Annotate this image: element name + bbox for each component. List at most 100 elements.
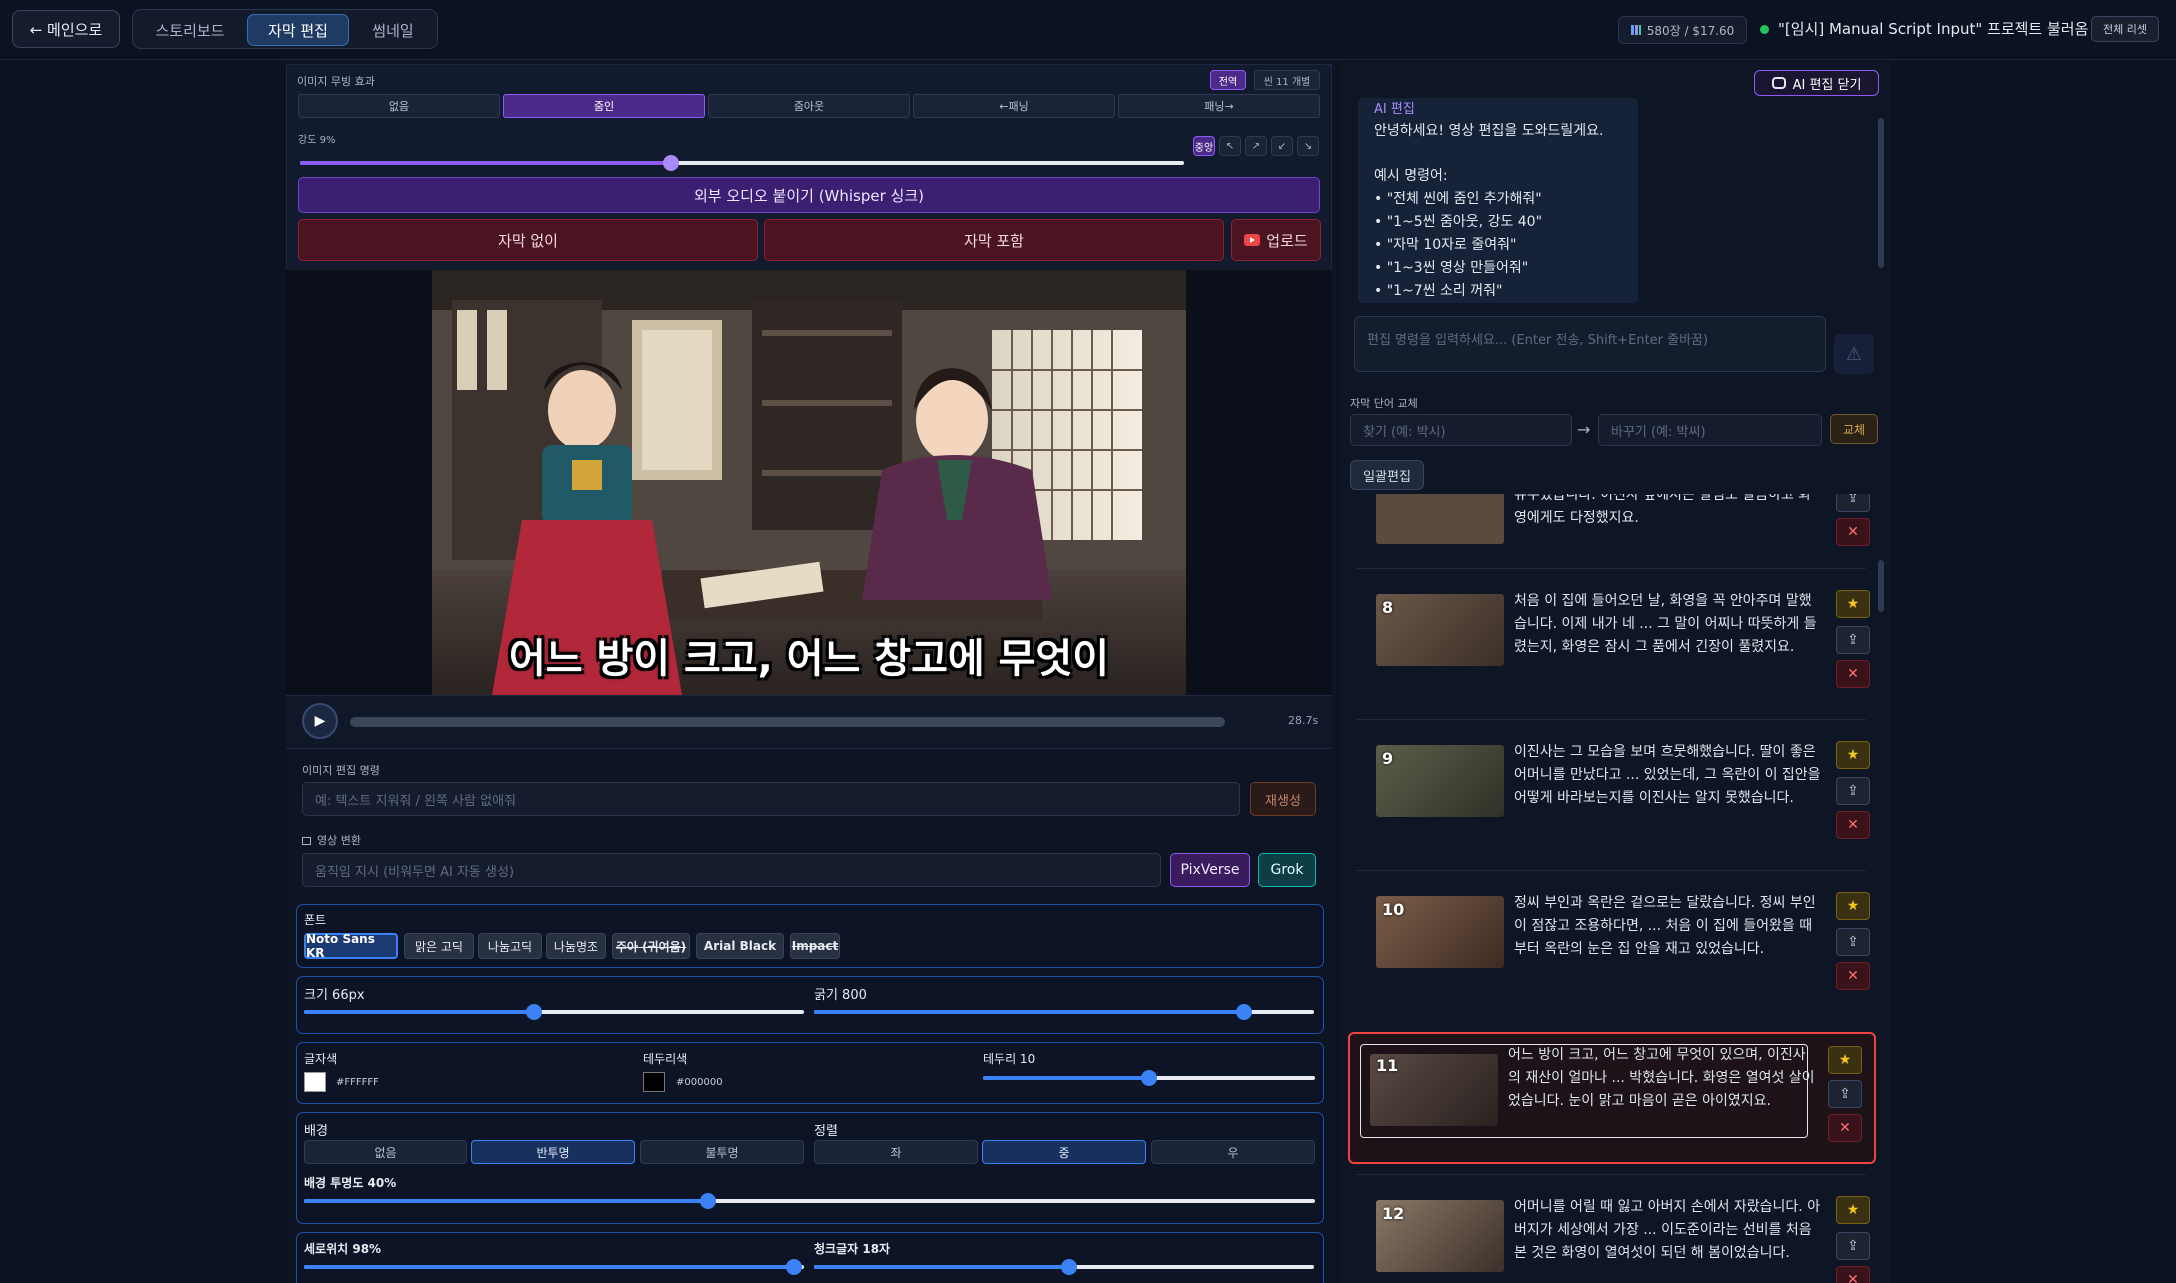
- font-malgun-button[interactable]: 맑은 고딕: [404, 933, 474, 959]
- bg-translucent-button[interactable]: 반투명: [471, 1140, 635, 1164]
- size-slider-thumb[interactable]: [526, 1004, 542, 1020]
- scene-upload-button[interactable]: ⇪: [1836, 777, 1870, 805]
- reset-all-button[interactable]: 전체 리셋: [2091, 16, 2159, 42]
- size-label: 크기 66px: [304, 988, 365, 1003]
- chart-icon: [1630, 25, 1641, 35]
- text-color-swatch[interactable]: [304, 1072, 326, 1092]
- effect-none-button[interactable]: 없음: [298, 94, 500, 118]
- align-left-button[interactable]: 좌: [814, 1140, 978, 1164]
- scene-delete-button[interactable]: ✕: [1836, 518, 1870, 546]
- chunk-length-slider-thumb[interactable]: [1061, 1259, 1077, 1275]
- youtube-upload-button[interactable]: 업로드: [1231, 219, 1321, 261]
- pixverse-button[interactable]: PixVerse: [1170, 853, 1250, 887]
- intensity-slider[interactable]: [300, 155, 1184, 171]
- vertical-position-slider[interactable]: [304, 1259, 804, 1275]
- scene-upload-button[interactable]: ⇪: [1836, 1232, 1870, 1260]
- anchor-bottom-left-button[interactable]: ↙: [1271, 136, 1293, 156]
- scene-delete-button[interactable]: ✕: [1836, 811, 1870, 839]
- stroke-width-slider[interactable]: [983, 1070, 1315, 1086]
- bg-opacity-slider[interactable]: [304, 1193, 1315, 1209]
- weight-label: 굵기 800: [814, 988, 867, 1003]
- font-nanum-myeongjo-button[interactable]: 나눔명조: [546, 933, 606, 959]
- chat-scrollbar[interactable]: [1878, 118, 1884, 268]
- scene-upload-button[interactable]: ⇪: [1836, 626, 1870, 654]
- anchor-center-button[interactable]: 중앙: [1193, 136, 1215, 156]
- position-section: [296, 1232, 1324, 1283]
- effect-zoom-out-button[interactable]: 줌아웃: [708, 94, 910, 118]
- scene-text[interactable]: 처음 이 집에 들어오던 날, 화영을 꼭 안아주며 말했습니다. 이제 내가 …: [1514, 590, 1822, 659]
- tab-subtitle-edit[interactable]: 자막 편집: [247, 14, 349, 46]
- stroke-width-slider-thumb[interactable]: [1141, 1070, 1157, 1086]
- back-to-main-button[interactable]: ← 메인으로: [12, 10, 120, 48]
- play-icon[interactable]: ▶: [302, 703, 338, 739]
- playback-progress-bar[interactable]: [350, 717, 1225, 727]
- scene-delete-button[interactable]: ✕: [1836, 1266, 1870, 1283]
- stroke-color-swatch[interactable]: [643, 1072, 665, 1092]
- scene-item[interactable]: 9 이진사는 그 모습을 보며 흐뭇해했습니다. 딸이 좋은 어머니를 만났다고…: [1356, 725, 1870, 875]
- image-edit-input[interactable]: 예: 텍스트 지워줘 / 왼쪽 사람 없애줘: [302, 782, 1240, 816]
- anchor-bottom-right-button[interactable]: ↘: [1297, 136, 1319, 156]
- scene-star-button[interactable]: ★: [1836, 741, 1870, 769]
- tab-storyboard[interactable]: 스토리보드: [137, 14, 243, 46]
- scene-item[interactable]: 12 어머니를 어릴 때 잃고 아버지 손에서 자랐습니다. 아버지가 세상에서…: [1356, 1180, 1870, 1283]
- scene-text[interactable]: 유수였습니다. 이진사 앞에서는 살림도 말씀하고 화영에게도 다정했지요.: [1514, 494, 1822, 530]
- align-right-button[interactable]: 우: [1151, 1140, 1315, 1164]
- bg-opaque-button[interactable]: 불투명: [640, 1140, 804, 1164]
- whisper-sync-button[interactable]: 외부 오디오 붙이기 (Whisper 싱크): [298, 177, 1320, 213]
- grok-button[interactable]: Grok: [1258, 853, 1316, 887]
- scope-scene-button[interactable]: 씬 11 개별: [1254, 70, 1320, 90]
- font-arial-black-button[interactable]: Arial Black: [696, 933, 784, 959]
- find-word-input[interactable]: 찾기 (예: 박시): [1350, 414, 1572, 446]
- scene-star-button[interactable]: ★: [1836, 892, 1870, 920]
- scene-upload-button[interactable]: ⇪: [1828, 1080, 1862, 1108]
- scene-delete-button[interactable]: ✕: [1828, 1114, 1862, 1142]
- scene-star-button[interactable]: ★: [1836, 590, 1870, 618]
- bulk-edit-button[interactable]: 일괄편집: [1350, 460, 1424, 490]
- align-center-button[interactable]: 중: [982, 1140, 1146, 1164]
- regenerate-button[interactable]: 재생성: [1250, 782, 1316, 816]
- intensity-label: 강도 9%: [298, 135, 336, 146]
- scene-star-button[interactable]: ★: [1828, 1046, 1862, 1074]
- anchor-top-right-button[interactable]: ↗: [1245, 136, 1267, 156]
- scene-star-button[interactable]: ★: [1836, 1196, 1870, 1224]
- scene-text[interactable]: 어머니를 어릴 때 잃고 아버지 손에서 자랐습니다. 아버지가 세상에서 가장…: [1514, 1196, 1822, 1265]
- upload-label: 업로드: [1266, 231, 1308, 250]
- chunk-length-slider[interactable]: [814, 1259, 1314, 1275]
- scene-delete-button[interactable]: ✕: [1836, 962, 1870, 990]
- export-no-subtitle-button[interactable]: 자막 없이: [298, 219, 758, 261]
- ai-example-5: • "1~7씬 소리 꺼줘": [1374, 283, 1503, 299]
- replace-button[interactable]: 교체: [1830, 414, 1878, 444]
- export-with-subtitle-button[interactable]: 자막 포함: [764, 219, 1224, 261]
- tab-thumbnail[interactable]: 썸네일: [353, 14, 433, 46]
- scene-upload-button[interactable]: ⇪: [1836, 928, 1870, 956]
- font-impact-button[interactable]: Impact: [790, 933, 840, 959]
- effect-pan-left-button[interactable]: ←패닝: [913, 94, 1115, 118]
- send-icon[interactable]: ⚠: [1834, 334, 1874, 374]
- font-jua-button[interactable]: 주아 (귀여움): [612, 933, 690, 959]
- font-nanum-gothic-button[interactable]: 나눔고딕: [478, 933, 542, 959]
- scope-global-button[interactable]: 전역: [1210, 70, 1246, 90]
- font-noto-sans-button[interactable]: Noto Sans KR: [304, 932, 398, 960]
- scene-text[interactable]: 어느 방이 크고, 어느 창고에 무엇이 있으며, 이진사의 재산이 얼마나 .…: [1508, 1044, 1816, 1113]
- scene-delete-button[interactable]: ✕: [1836, 660, 1870, 688]
- effect-pan-right-button[interactable]: 패닝→: [1118, 94, 1320, 118]
- bg-none-button[interactable]: 없음: [304, 1140, 467, 1164]
- video-convert-text: 영상 변환: [317, 834, 361, 847]
- ai-close-button[interactable]: AI 편집 닫기: [1754, 70, 1879, 96]
- size-slider[interactable]: [304, 1004, 804, 1020]
- scene-text[interactable]: 이진사는 그 모습을 보며 흐뭇해했습니다. 딸이 좋은 어머니를 만났다고 .…: [1514, 741, 1822, 810]
- scene-upload-button[interactable]: ⇪: [1836, 494, 1870, 512]
- scene-item[interactable]: 10 정씨 부인과 옥란은 겉으로는 달랐습니다. 정씨 부인이 점잖고 조용하…: [1356, 876, 1870, 1026]
- weight-slider[interactable]: [814, 1004, 1314, 1020]
- weight-slider-thumb[interactable]: [1236, 1004, 1252, 1020]
- anchor-top-left-button[interactable]: ↖: [1219, 136, 1241, 156]
- scene-list-scrollbar[interactable]: [1878, 560, 1884, 612]
- ai-command-input[interactable]: 편집 명령을 입력하세요... (Enter 전송, Shift+Enter 줄…: [1354, 316, 1826, 372]
- video-motion-input[interactable]: 움직임 지시 (비워두면 AI 자동 생성): [302, 853, 1161, 887]
- effect-zoom-in-button[interactable]: 줌인: [503, 94, 705, 118]
- replace-word-input[interactable]: 바꾸기 (예: 박씨): [1598, 414, 1822, 446]
- scene-item-selected[interactable]: 11 어느 방이 크고, 어느 창고에 무엇이 있으며, 이진사의 재산이 얼마…: [1348, 1032, 1876, 1164]
- scene-text[interactable]: 정씨 부인과 옥란은 겉으로는 달랐습니다. 정씨 부인이 점잖고 조용하다면,…: [1514, 892, 1822, 961]
- scene-item[interactable]: 8 처음 이 집에 들어오던 날, 화영을 꼭 안아주며 말했습니다. 이제 내…: [1356, 574, 1870, 724]
- vertical-position-slider-thumb[interactable]: [786, 1259, 802, 1275]
